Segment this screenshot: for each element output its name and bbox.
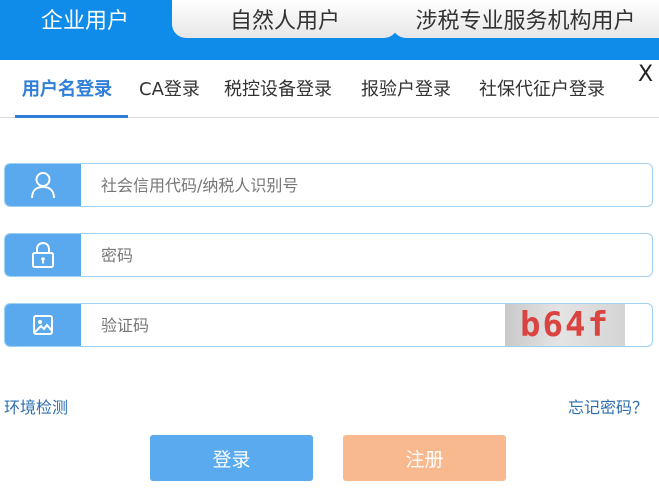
tab-tax-agency-user[interactable]: 涉税专业服务机构用户 [392,0,659,38]
login-button[interactable]: 登录 [150,435,313,481]
active-tab-underline [15,115,128,118]
lock-icon [5,234,81,276]
login-method-tabs: 用户名登录 CA登录 税控设备登录 报验户登录 社保代征户登录 [0,60,659,118]
captcha-field: b64f [4,303,653,347]
tab-enterprise-user[interactable]: 企业用户 [0,0,170,38]
tab-ca-login[interactable]: CA登录 [139,75,200,105]
register-button[interactable]: 注册 [343,435,506,481]
captcha-text: b64f [520,305,610,345]
username-field [4,163,653,207]
tab-inspection-login[interactable]: 报验户登录 [361,75,451,105]
password-field [4,233,653,277]
tab-social-security-login[interactable]: 社保代征户登录 [479,75,605,105]
captcha-input[interactable] [85,304,505,346]
username-input[interactable] [85,164,505,206]
user-type-tabs: 企业用户 自然人用户 涉税专业服务机构用户 [0,0,659,60]
password-input[interactable] [85,234,505,276]
user-icon [5,164,81,206]
tab-tax-device-login[interactable]: 税控设备登录 [224,75,332,105]
env-check-link[interactable]: 环境检测 [4,394,68,418]
tab-natural-person-user[interactable]: 自然人用户 [172,0,398,38]
tab-username-login[interactable]: 用户名登录 [22,75,112,105]
forgot-password-link[interactable]: 忘记密码？ [568,394,648,418]
captcha-image[interactable]: b64f [505,304,625,346]
image-icon [5,304,81,346]
